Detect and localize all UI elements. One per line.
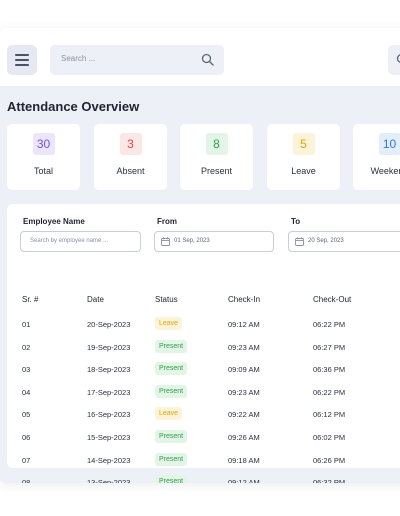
cell-sr: 08 [22,478,31,483]
stat-value: 3 [119,133,142,155]
menu-button[interactable] [7,45,37,75]
cell-check-in: 09:26 AM [228,433,260,442]
status-badge: Leave [155,317,183,330]
from-date-field[interactable]: 01 Sep, 2023 [154,231,274,252]
to-label: To [291,217,301,226]
calendar-icon [295,237,304,246]
cell-check-in: 09:12 AM [228,320,260,329]
status-badge: Leave [155,407,183,421]
header-check-in: Check-In [228,295,261,304]
stat-card-present[interactable]: 8 Present [180,124,253,190]
from-label: From [157,217,177,226]
menu-icon [15,54,29,56]
stat-value: 5 [292,133,315,155]
status-badge: Present [155,452,188,466]
cell-check-out: 06:22 PM [313,320,346,329]
search-icon [201,53,214,66]
attendance-panel: Employee Name Search by employee name ..… [7,204,400,483]
table-row[interactable]: 06 15-Sep-2023 Present 09:26 AM 06:02 PM [7,427,400,447]
cell-date: 13-Sep-2023 [87,478,131,483]
stat-card-leave[interactable]: 5 Leave [267,124,340,190]
cell-check-in: 09:23 AM [228,387,260,397]
cell-check-out: 06:02 PM [313,433,346,442]
cell-date: 17-Sep-2023 [87,387,131,397]
cell-sr: 07 [22,455,31,465]
cell-check-in: 09:18 AM [228,455,260,465]
cell-check-out: 06:26 PM [313,455,346,465]
cell-sr: 01 [22,320,31,329]
header-date: Date [87,295,104,304]
cell-check-out: 06:32 PM [313,478,346,483]
table-row[interactable]: 08 13-Sep-2023 Present 09:12 AM 06:32 PM [7,472,400,483]
cell-date: 18-Sep-2023 [87,365,131,375]
cell-sr: 04 [22,387,31,397]
cell-check-out: 06:22 PM [313,387,346,397]
cell-check-in: 09:22 AM [228,410,260,420]
search-icon [396,54,400,63]
employee-name-label: Employee Name [23,217,85,226]
stat-label: Present [200,166,233,176]
cell-check-in: 09:12 AM [228,478,260,483]
stat-label: Absent [116,166,145,176]
status-badge: Present [155,430,188,443]
header-check-out: Check-Out [313,295,352,304]
cell-sr: 05 [22,410,31,420]
search-placeholder: Search ... [61,54,96,63]
cell-date: 16-Sep-2023 [87,410,131,420]
header-action-button[interactable] [388,45,400,75]
cell-date: 14-Sep-2023 [87,455,131,465]
top-bar: Search ... [0,28,400,86]
to-date-value: 20 Sep, 2023 [308,238,344,244]
employee-search-placeholder: Search by employee name ... [30,238,109,244]
stat-value: 30 [32,133,55,155]
table-row[interactable]: 02 19-Sep-2023 Present 09:23 AM 06:27 PM [7,337,400,357]
page-title: Attendance Overview [7,99,140,114]
table-row[interactable]: 05 16-Sep-2023 Leave 09:22 AM 06:12 PM [7,404,400,424]
employee-search-input[interactable]: Search by employee name ... [20,231,141,252]
status-badge: Present [155,362,188,376]
header-status: Status [155,295,178,304]
calendar-icon [161,237,170,246]
stat-label: Total [33,166,53,176]
status-badge: Present [155,384,188,398]
cell-sr: 06 [22,433,31,442]
stat-value: 8 [205,133,228,155]
to-date-field[interactable]: 20 Sep, 2023 [288,231,400,252]
from-date-value: 01 Sep, 2023 [174,238,210,244]
status-badge: Present [155,339,188,353]
stat-card-absent[interactable]: 3 Absent [94,124,167,190]
cell-date: 15-Sep-2023 [87,433,131,442]
cell-date: 20-Sep-2023 [87,320,131,329]
cell-check-out: 06:12 PM [313,410,346,420]
table-row[interactable]: 07 14-Sep-2023 Present 09:18 AM 06:26 PM [7,450,400,470]
cell-sr: 03 [22,365,31,375]
table-row[interactable]: 01 20-Sep-2023 Leave 09:12 AM 06:22 PM [7,314,400,334]
search-input[interactable]: Search ... [50,45,224,75]
stat-card-total[interactable]: 30 Total [7,124,80,190]
header-sr: Sr. # [22,295,39,304]
cell-sr: 02 [22,342,31,352]
cell-check-in: 09:09 AM [228,365,260,375]
cell-check-out: 06:27 PM [313,342,346,352]
stat-label: Weekend [370,166,400,176]
stat-card-weekend[interactable]: 10 Weekend [353,124,400,190]
stat-value: 10 [378,133,400,155]
cell-check-in: 09:23 AM [228,342,260,352]
cell-date: 19-Sep-2023 [87,342,131,352]
stat-label: Leave [291,166,316,176]
status-badge: Present [155,475,188,483]
cell-check-out: 06:36 PM [313,365,346,375]
table-row[interactable]: 03 18-Sep-2023 Present 09:09 AM 06:36 PM [7,359,400,379]
table-row[interactable]: 04 17-Sep-2023 Present 09:23 AM 06:22 PM [7,382,400,402]
app-window: Search ... Attendance Overview 30 Total 3 A… [0,28,400,483]
